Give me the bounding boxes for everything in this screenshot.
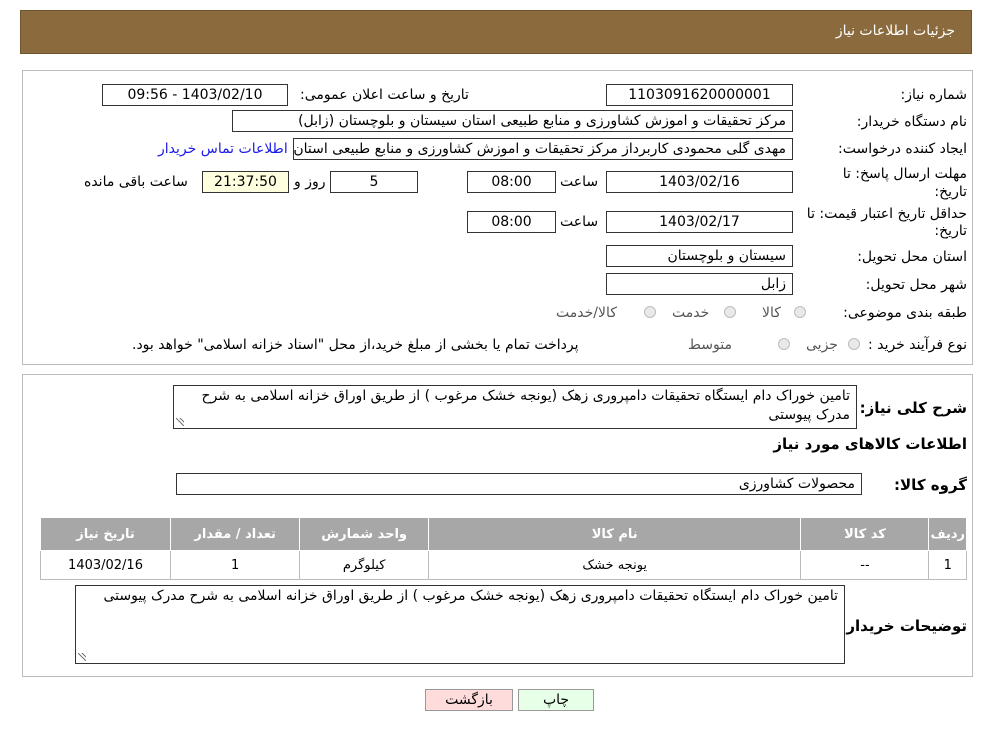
city-field: زابل — [606, 273, 793, 295]
page-header: جزئیات اطلاعات نیاز — [20, 10, 972, 54]
category-goods-service-radio[interactable] — [644, 306, 656, 318]
goods-group-field: محصولات کشاورزی — [176, 473, 862, 495]
reply-deadline-label: مهلت ارسال پاسخ: تا — [842, 166, 967, 182]
col-row: ردیف — [928, 517, 967, 551]
back-button[interactable]: بازگشت — [425, 689, 513, 711]
col-code: کد کالا — [800, 517, 930, 551]
process-medium-radio[interactable] — [778, 338, 790, 350]
process-medium-label: متوسط — [688, 337, 732, 353]
category-goods-label: کالا — [762, 305, 781, 321]
category-goods-radio[interactable] — [794, 306, 806, 318]
buyer-org-label: نام دستگاه خریدار: — [856, 114, 967, 130]
cell-quantity: 1 — [170, 550, 301, 580]
city-label: شهر محل تحویل: — [865, 277, 967, 293]
buyer-notes-field[interactable]: تامین خوراک دام ایستگاه تحقیقات دامپروری… — [75, 585, 845, 664]
category-service-radio[interactable] — [724, 306, 736, 318]
goods-group-label: گروه کالا: — [894, 476, 967, 494]
need-number-label: شماره نیاز: — [900, 87, 968, 103]
creator-field: مهدی گلی محمودی کاربرداز مرکز تحقیقات و … — [293, 138, 793, 160]
buyer-org-field: مرکز تحقیقات و اموزش کشاورزی و منابع طبی… — [232, 110, 793, 132]
days-label: روز و — [294, 174, 326, 190]
buyer-notes-text: تامین خوراک دام ایستگاه تحقیقات دامپروری… — [103, 588, 838, 604]
col-name: نام کالا — [427, 517, 802, 551]
validity-date-field: 1403/02/17 — [606, 211, 793, 233]
cell-name: یونجه خشک — [427, 550, 802, 580]
validity-time-label: ساعت — [560, 214, 599, 230]
buyer-notes-label: توضیحات خریدار: — [840, 617, 967, 635]
buyer-contact-link[interactable]: اطلاعات تماس خریدار — [158, 141, 288, 157]
print-button[interactable]: چاپ — [518, 689, 594, 711]
validity-time-field: 08:00 — [467, 211, 556, 233]
resize-handle[interactable] — [78, 653, 86, 661]
col-unit: واحد شمارش — [299, 517, 429, 551]
col-date: تاریخ نیاز — [39, 517, 172, 551]
process-note: پرداخت تمام یا بخشی از مبلغ خرید،از محل … — [132, 337, 579, 353]
goods-table-header: ردیف کد کالا نام کالا واحد شمارش تعداد /… — [39, 517, 967, 551]
need-summary-field[interactable]: تامین خوراک دام ایستگاه تحقیقات دامپروری… — [173, 385, 857, 429]
category-service-label: خدمت — [672, 305, 710, 321]
need-number-field: 1103091620000001 — [606, 84, 793, 106]
province-label: استان محل تحویل: — [857, 249, 967, 265]
process-type-label: نوع فرآیند خرید : — [868, 337, 967, 353]
reply-date-field: 1403/02/16 — [606, 171, 793, 193]
col-quantity: تعداد / مقدار — [170, 517, 301, 551]
announce-datetime-field: 1403/02/10 - 09:56 — [102, 84, 288, 106]
page-title: جزئیات اطلاعات نیاز — [835, 23, 955, 39]
remaining-time-field: 21:37:50 — [202, 171, 289, 193]
resize-handle[interactable] — [176, 418, 184, 426]
need-summary-text: تامین خوراک دام ایستگاه تحقیقات دامپروری… — [201, 388, 850, 423]
reply-time-field: 08:00 — [467, 171, 556, 193]
announce-datetime-label: تاریخ و ساعت اعلان عمومی: — [300, 87, 469, 103]
province-field: سیستان و بلوچستان — [606, 245, 793, 267]
goods-table: ردیف کد کالا نام کالا واحد شمارش تعداد /… — [39, 517, 967, 580]
price-validity-label-date: تاریخ: — [934, 223, 967, 239]
remaining-days-field: 5 — [330, 171, 418, 193]
goods-section-title: اطلاعات کالاهای مورد نیاز — [773, 435, 967, 453]
process-minor-radio[interactable] — [848, 338, 860, 350]
process-minor-label: جزیی — [806, 337, 838, 353]
cell-date: 1403/02/16 — [39, 550, 172, 580]
need-summary-label: شرح کلی نیاز: — [859, 399, 967, 417]
reply-deadline-label-date: تاریخ: — [934, 184, 967, 200]
reply-time-label: ساعت — [560, 174, 599, 190]
category-goods-service-label: کالا/خدمت — [556, 305, 617, 321]
price-validity-label: حداقل تاریخ اعتبار قیمت: تا — [806, 206, 967, 222]
remaining-time-label: ساعت باقی مانده — [84, 174, 188, 190]
creator-label: ایجاد کننده درخواست: — [838, 141, 967, 157]
cell-row: 1 — [928, 550, 967, 580]
category-label: طبقه بندی موضوعی: — [843, 305, 967, 321]
cell-code: -- — [800, 550, 930, 580]
cell-unit: کیلوگرم — [299, 550, 429, 580]
table-row: 1 -- یونجه خشک کیلوگرم 1 1403/02/16 — [39, 550, 967, 580]
